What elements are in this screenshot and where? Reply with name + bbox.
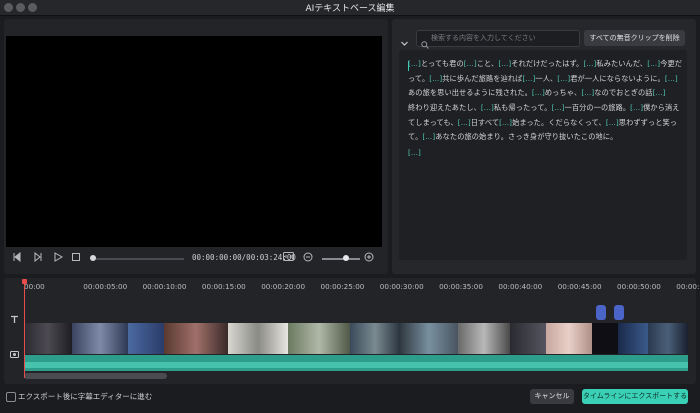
- omitted-segment-tag[interactable]: [...]: [630, 103, 643, 112]
- stop-icon[interactable]: [69, 252, 83, 266]
- timeline-tick-label: 00:00:20:00: [261, 282, 306, 291]
- progress-bar[interactable]: [92, 258, 184, 260]
- cancel-button[interactable]: キャンセル: [530, 389, 574, 404]
- timeline-ruler[interactable]: 00:00 00:00:05:00 00:00:10:00 00:00:15:00 00…: [24, 280, 700, 294]
- video-clip[interactable]: [546, 323, 592, 354]
- search-input[interactable]: [431, 32, 575, 44]
- omitted-segment-tag[interactable]: [...]: [422, 132, 435, 141]
- video-clip[interactable]: [128, 323, 164, 354]
- progress-knob[interactable]: [90, 255, 96, 261]
- video-clip[interactable]: [400, 323, 458, 354]
- zoom-slider[interactable]: [322, 258, 360, 260]
- aspect-ratio-icon[interactable]: [281, 252, 295, 266]
- transcript-text: 共に歩んだ旅路を辿れば: [442, 73, 523, 83]
- play-icon[interactable]: [51, 252, 65, 266]
- transcript-text: こと、: [476, 59, 499, 68]
- transcript-text: 日すべて: [470, 117, 500, 127]
- omitted-segment-tag[interactable]: [...]: [532, 88, 545, 97]
- video-clip[interactable]: [458, 323, 510, 354]
- omitted-segment-tag[interactable]: [...]: [458, 118, 471, 127]
- timeline-tick-label: 00:00:50:00: [617, 282, 661, 291]
- omitted-segment-tag[interactable]: [...]: [522, 74, 535, 83]
- player-controls: 00:00:00:00/00:03:24:00: [6, 250, 382, 268]
- transcript-text: あなたの旅の始まり。さっき身が守り抜いたこの地に。: [435, 132, 618, 142]
- subtitle-marker[interactable]: [596, 305, 606, 320]
- step-forward-icon[interactable]: [31, 251, 45, 266]
- video-clip[interactable]: [24, 323, 72, 354]
- transcript-text: 一人、: [535, 73, 558, 83]
- timeline-tick-label: 00:00:15:00: [201, 282, 246, 291]
- transcript-text: 一百分の一の旅路。: [564, 103, 631, 112]
- omitted-segment-tag[interactable]: [...]: [481, 103, 494, 112]
- timeline-scrollbar[interactable]: [24, 373, 167, 379]
- subtitle-marker[interactable]: [614, 305, 624, 320]
- omitted-segment-tag[interactable]: [...]: [583, 59, 596, 68]
- omitted-segment-tag[interactable]: [...]: [499, 118, 512, 127]
- video-clip[interactable]: [228, 323, 288, 354]
- transcript-text: 始まった。くだらなくって、: [512, 117, 606, 127]
- omitted-segment-tag[interactable]: [...]: [665, 74, 678, 83]
- omitted-segment-tag[interactable]: [...]: [581, 88, 594, 97]
- transcript-text: あの旅を思い出せるように残された。: [408, 88, 532, 98]
- timeline-tick-label: 00:00:40:00: [498, 282, 543, 291]
- omitted-segment-tag[interactable]: [...]: [498, 59, 511, 68]
- audio-waveform: [24, 362, 688, 368]
- transcript-text: めっちゃ、: [544, 88, 582, 98]
- omitted-segment-tag[interactable]: [...]: [647, 59, 660, 68]
- title-bar: AIテキストベース編集: [0, 0, 700, 16]
- video-clip[interactable]: [288, 323, 350, 354]
- timeline-tick-label: 00:00:45:00: [557, 282, 602, 291]
- omitted-segment-tag[interactable]: [...]: [606, 118, 619, 127]
- timeline-tick-label: 00:00:05:00: [83, 282, 128, 291]
- checkbox-label: エクスポート後に字幕エディターに進む: [18, 392, 153, 401]
- text-icon: [10, 309, 19, 328]
- transcript-text: 終わり迎えたあたし、: [408, 103, 481, 112]
- timeline-tick-label: 00:00:35:00: [439, 282, 483, 291]
- timeline-tick-label: 00:00:25:00: [320, 282, 365, 291]
- video-clip[interactable]: [350, 323, 400, 354]
- playhead[interactable]: [24, 282, 25, 378]
- audio-track[interactable]: [24, 355, 688, 371]
- omitted-segment-tag[interactable]: [...]: [552, 103, 565, 112]
- export-to-timeline-button[interactable]: タイムラインにエクスポートする: [582, 389, 688, 404]
- window-title: AIテキストベース編集: [305, 4, 395, 14]
- transcript-text: なのでおとぎの話: [594, 88, 653, 98]
- zoom-slider-knob[interactable]: [343, 255, 349, 261]
- omitted-segment-tag[interactable]: [...]: [557, 74, 570, 83]
- transcript-text: とっても君の: [420, 59, 464, 68]
- timeline-tick-label: 00:00:10:00: [142, 282, 187, 291]
- zoom-in-icon[interactable]: [362, 252, 376, 266]
- video-clip[interactable]: [592, 323, 618, 354]
- transcript-text: 私みたいんだ、: [596, 59, 648, 68]
- step-back-icon[interactable]: [10, 251, 24, 266]
- omitted-segment-tag[interactable]: [...]: [408, 148, 421, 157]
- omitted-segment-tag[interactable]: [...]: [464, 59, 477, 68]
- video-clip-track[interactable]: [24, 323, 688, 354]
- video-track-icon: [10, 344, 19, 363]
- transcript-paragraph-1[interactable]: [...]とっても君の[...]こと、[...]それだけだったはず。[...]私…: [408, 57, 684, 101]
- delete-silent-clips-button[interactable]: すべての無音クリップを削除: [584, 30, 685, 46]
- video-clip[interactable]: [618, 323, 648, 354]
- video-clip[interactable]: [164, 323, 228, 354]
- omitted-segment-tag[interactable]: [...]: [429, 74, 442, 83]
- omitted-segment-tag[interactable]: [...]: [653, 88, 666, 97]
- timeline-tick-label: 00:00:55:00: [676, 282, 700, 291]
- video-clip[interactable]: [648, 323, 688, 354]
- timeline-tick-label: 00:00:30:00: [379, 282, 424, 291]
- transcript-paragraph-2[interactable]: 終わり迎えたあたし、[...]私も帰ったって。[...]一百分の一の旅路。[..…: [408, 101, 684, 145]
- transcript-text: 私も帰ったって。: [493, 103, 552, 112]
- transcript-paragraph-3[interactable]: [...]: [408, 146, 684, 161]
- video-preview[interactable]: [6, 36, 382, 247]
- timeline-tick-label: 00:00: [24, 282, 45, 291]
- video-clip[interactable]: [510, 323, 546, 354]
- zoom-out-icon[interactable]: [301, 252, 315, 266]
- transcript-text: 君が一人にならないように。: [570, 73, 665, 83]
- transcript-text: それだけだったはず。: [511, 59, 584, 68]
- search-field[interactable]: [416, 30, 580, 49]
- omitted-segment-tag[interactable]: [...]: [408, 59, 421, 68]
- video-clip[interactable]: [72, 323, 128, 354]
- go-to-subtitle-editor-checkbox[interactable]: [6, 392, 16, 402]
